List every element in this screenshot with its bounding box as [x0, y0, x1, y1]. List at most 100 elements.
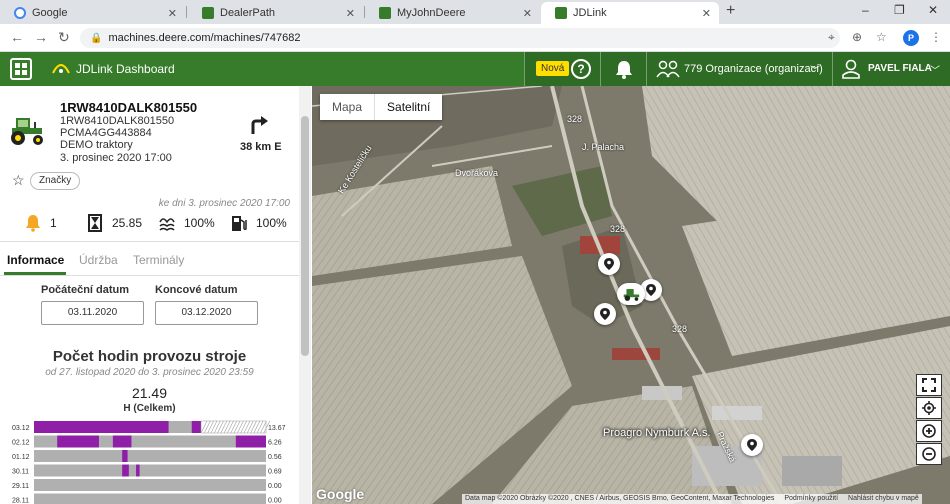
zoom-out-icon[interactable]	[916, 443, 942, 465]
favorite-star-icon[interactable]: ☆	[12, 172, 25, 189]
notifications-bell-icon[interactable]	[614, 59, 634, 79]
browser-tab-myjohndeere[interactable]: MyJohnDeere ✕	[365, 2, 540, 24]
chart-value-label: 0.00	[268, 498, 282, 504]
fuel-level-stat: 100%	[230, 214, 287, 232]
direction-arrow-icon	[251, 116, 268, 134]
chart-bar	[57, 435, 99, 448]
tab-title: DealerPath	[220, 7, 276, 19]
organization-selector[interactable]: 779 Organizace (organizací)	[684, 63, 823, 75]
pin-icon	[600, 308, 610, 320]
my-location-icon[interactable]	[916, 397, 942, 419]
tab-title: Google	[32, 7, 68, 19]
selected-tractor-marker[interactable]	[617, 283, 645, 305]
panel-scrollbar[interactable]	[299, 86, 311, 504]
back-icon[interactable]: ←	[10, 29, 24, 45]
alerts-count: 1	[50, 216, 57, 230]
fuel-pump-icon	[232, 216, 247, 231]
close-tab-icon[interactable]: ✕	[702, 7, 711, 20]
location-icon[interactable]: ⌖	[828, 30, 835, 45]
street-label: Dvořákova	[455, 168, 499, 178]
tags-button[interactable]: Značky	[30, 172, 81, 190]
divider	[0, 241, 299, 242]
chart-category-label: 01.12	[12, 454, 30, 461]
chart-row-track	[34, 479, 266, 491]
machine-name: 1RW8410DALK801550	[60, 100, 198, 115]
report-error-link[interactable]: Nahlásit chybu v mapě	[848, 495, 919, 502]
menu-dots-icon[interactable]: ⋮	[930, 30, 942, 44]
chart-bar	[122, 464, 129, 477]
pin-icon	[604, 258, 614, 270]
chart-bar	[122, 450, 128, 462]
restore-icon[interactable]: ❐	[894, 3, 905, 17]
bookmark-star-icon[interactable]: ☆	[876, 30, 887, 44]
tab-informace[interactable]: Informace	[7, 253, 64, 267]
tab-udrzba[interactable]: Údržba	[79, 253, 118, 267]
minimize-icon[interactable]: –	[862, 3, 869, 17]
machine-serial: 1RW8410DALK801550	[60, 115, 175, 127]
chart-value-label: 0.69	[268, 469, 282, 476]
pin-icon	[646, 284, 656, 296]
help-icon[interactable]: ?	[571, 59, 591, 79]
browser-tab-google[interactable]: Google ✕	[0, 2, 185, 24]
tractor-marker-icon	[623, 288, 640, 301]
add-icon[interactable]: ⊕	[852, 30, 862, 44]
panel-tabs: Informace Údržba Terminály	[0, 243, 299, 275]
close-tab-icon[interactable]: ✕	[523, 7, 532, 20]
deere-favicon-icon	[555, 7, 567, 19]
map-type-satellite-button[interactable]: Satelitní	[374, 94, 442, 120]
close-tab-icon[interactable]: ✕	[168, 7, 177, 20]
end-date-input[interactable]: 03.12.2020	[155, 301, 258, 325]
address-bar[interactable]: 🔒 machines.deere.com/machines/747682	[80, 28, 840, 48]
browser-tab-dealerpath[interactable]: DealerPath ✕	[188, 2, 363, 24]
profile-avatar[interactable]: P	[903, 30, 919, 46]
zoom-in-icon[interactable]	[916, 420, 942, 442]
browser-tab-strip: Google ✕ DealerPath ✕ MyJohnDeere ✕ JDLi…	[0, 0, 950, 24]
new-badge[interactable]: Nová	[536, 61, 570, 76]
alerts-stat[interactable]: 1	[24, 214, 57, 232]
divider	[832, 52, 833, 86]
organization-icon	[656, 60, 680, 78]
usage-chart: 03.12 13.67 02.12 6.26 01.12 0.56 30.11 0.69 29.…	[12, 420, 286, 504]
chart-value-label: 0.56	[268, 454, 282, 461]
street-label: J. Palacha	[582, 142, 625, 152]
scroll-thumb[interactable]	[301, 116, 309, 356]
divider	[0, 275, 299, 276]
attribution-text: Data map ©2020 Obrázky ©2020 , CNES / Ai…	[465, 495, 775, 502]
forward-icon[interactable]: →	[34, 29, 48, 45]
reload-icon[interactable]: ↻	[58, 29, 70, 46]
tab-terminaly[interactable]: Terminály	[133, 253, 184, 267]
lock-icon: 🔒	[90, 32, 103, 44]
terms-link[interactable]: Podmínky použití	[784, 495, 838, 502]
close-tab-icon[interactable]: ✕	[346, 7, 355, 20]
machine-marker[interactable]	[741, 434, 763, 456]
chevron-down-icon[interactable]: ﹀	[930, 62, 940, 77]
new-tab-icon[interactable]: +	[726, 2, 735, 20]
status-timestamp: ke dni 3. prosinec 2020 17:00	[158, 198, 290, 209]
hourglass-icon	[88, 214, 102, 232]
close-window-icon[interactable]: ✕	[928, 3, 938, 17]
fullscreen-icon[interactable]	[916, 374, 942, 396]
def-level-stat: 100%	[158, 214, 215, 232]
direction-distance: 38 km E	[240, 141, 282, 153]
map-type-switcher: Mapa Satelitní	[320, 94, 443, 120]
google-logo: Google	[316, 486, 365, 502]
chevron-down-icon[interactable]: ﹀	[810, 62, 820, 77]
google-favicon-icon	[14, 7, 26, 19]
map-type-map-button[interactable]: Mapa	[320, 94, 374, 120]
chart-bar	[34, 421, 169, 433]
chart-value-label: 6.26	[268, 440, 282, 447]
browser-tab-jdlink[interactable]: JDLink ✕	[541, 2, 719, 24]
app-grid-icon[interactable]	[10, 58, 32, 80]
chart-row-track	[34, 464, 266, 477]
def-level-value: 100%	[184, 216, 215, 230]
engine-hours-value: 25.85	[112, 216, 143, 230]
start-date-input[interactable]: 03.11.2020	[41, 301, 144, 325]
def-tank-icon	[159, 218, 175, 231]
chart-unit: H (Celkem)	[123, 403, 176, 414]
machine-marker[interactable]	[598, 253, 620, 275]
machine-marker[interactable]	[594, 303, 616, 325]
chart-bar	[235, 435, 266, 448]
divider	[524, 52, 525, 86]
tab-separator	[186, 6, 187, 18]
user-menu[interactable]: PAVEL FIALA	[868, 63, 932, 74]
